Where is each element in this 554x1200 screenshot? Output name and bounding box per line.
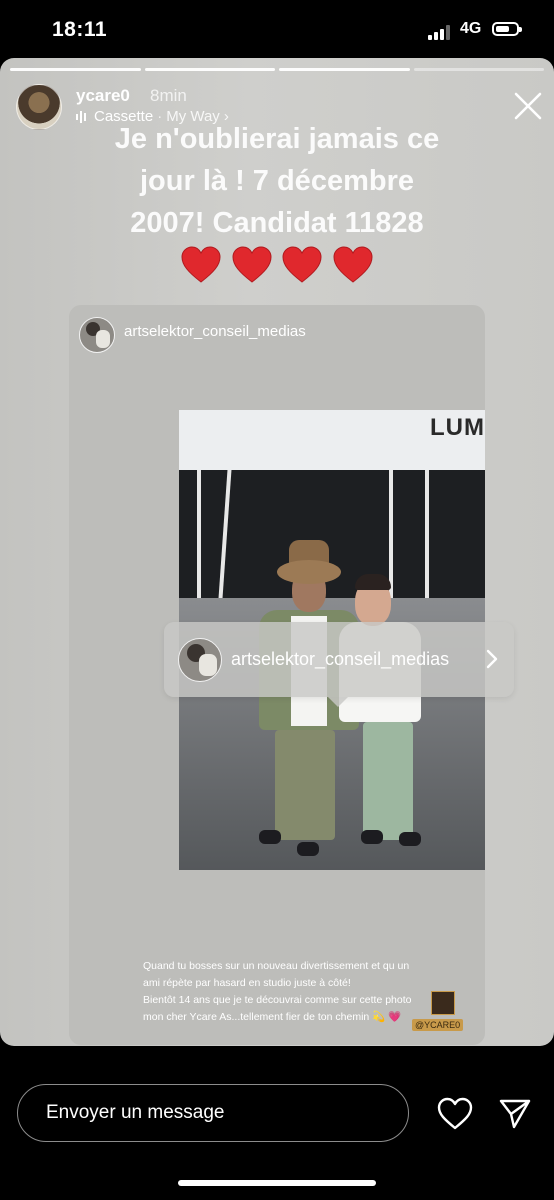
close-icon[interactable] bbox=[510, 88, 546, 124]
paper-plane-icon[interactable] bbox=[498, 1096, 532, 1130]
progress-segment bbox=[279, 68, 410, 71]
story-caption: Je n'oublierai jamais ce jour là ! 7 déc… bbox=[60, 118, 494, 244]
shared-post-handle-badge: @YCARE0 bbox=[412, 1019, 464, 1031]
shared-caption-line: Bientôt 14 ans que je te découvrai comme… bbox=[143, 994, 412, 1006]
chevron-right-icon bbox=[486, 649, 498, 669]
story-progress-bar bbox=[10, 68, 544, 71]
mention-tag[interactable]: artselektor_conseil_medias bbox=[164, 622, 514, 707]
shared-caption-line: ami répète par hasard en studio juste à … bbox=[143, 977, 351, 989]
heart-emoji-icon bbox=[282, 246, 322, 283]
status-time: 18:11 bbox=[52, 18, 108, 41]
story-view[interactable]: ycare0 8min Cassette · My Way › Je n'oub… bbox=[0, 58, 554, 1046]
shared-post-caption: Quand tu bosses sur un nouveau divertiss… bbox=[143, 958, 412, 1026]
photo-wall-text: LUM bbox=[430, 414, 485, 441]
caption-line: jour là ! 7 décembre bbox=[140, 165, 414, 197]
caption-line: 2007! Candidat 11828 bbox=[130, 207, 424, 239]
shared-caption-line: Quand tu bosses sur un nouveau divertiss… bbox=[143, 960, 410, 972]
shared-post-thumbnail bbox=[431, 991, 455, 1015]
network-type: 4G bbox=[460, 20, 482, 37]
heart-emoji-row bbox=[0, 246, 554, 289]
caption-line: Je n'oublierai jamais ce bbox=[114, 123, 440, 155]
battery-icon bbox=[492, 22, 522, 36]
progress-segment bbox=[413, 68, 544, 71]
heart-outline-icon[interactable] bbox=[437, 1097, 473, 1131]
progress-segment bbox=[10, 68, 141, 71]
heart-emoji-icon bbox=[181, 246, 221, 283]
story-time-ago: 8min bbox=[150, 86, 187, 105]
shared-caption-line: mon cher Ycare As...tellement fier de to… bbox=[143, 1011, 402, 1023]
cellular-signal-icon bbox=[428, 24, 454, 40]
mention-username: artselektor_conseil_medias bbox=[231, 649, 450, 669]
message-input[interactable]: Envoyer un message bbox=[17, 1084, 409, 1142]
message-placeholder: Envoyer un message bbox=[46, 1102, 225, 1123]
heart-emoji-icon bbox=[333, 246, 373, 283]
story-user-avatar[interactable] bbox=[16, 84, 62, 130]
story-username[interactable]: ycare0 bbox=[76, 86, 130, 106]
shared-post-author[interactable]: artselektor_conseil_medias bbox=[124, 323, 306, 340]
progress-segment bbox=[144, 68, 275, 71]
home-indicator bbox=[178, 1180, 376, 1186]
heart-emoji-icon bbox=[232, 246, 272, 283]
mention-avatar bbox=[178, 638, 222, 682]
shared-post-author-avatar[interactable] bbox=[79, 317, 115, 353]
status-bar: 18:11 4G bbox=[0, 0, 554, 60]
